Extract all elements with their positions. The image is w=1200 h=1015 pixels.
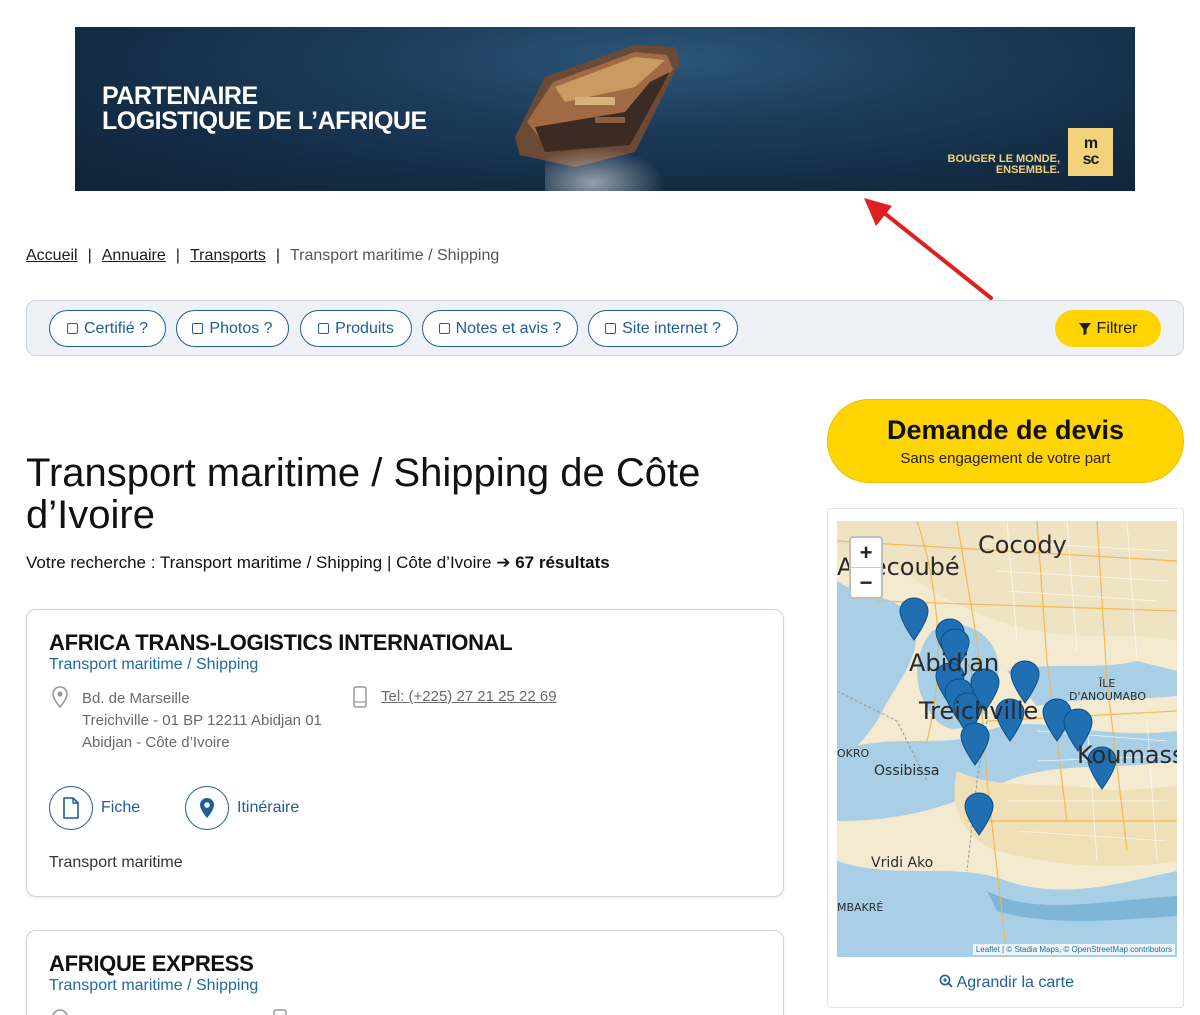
fiche-label[interactable]: Fiche (101, 799, 140, 817)
map-label-abidjan: Abidjan (909, 649, 1000, 677)
mobile-phone-icon (273, 1009, 287, 1015)
company-name[interactable]: AFRIQUE EXPRESS (49, 951, 254, 977)
msc-logo: m sc (1068, 128, 1113, 176)
company-category[interactable]: Transport maritime / Shipping (49, 977, 258, 995)
itinerary-label[interactable]: Itinéraire (237, 799, 299, 817)
company-name[interactable]: AFRICA TRANS-LOGISTICS INTERNATIONAL (49, 630, 513, 656)
search-summary-text: Votre recherche : Transport maritime / S… (26, 553, 516, 572)
map-label-ile: ÎLE (1099, 677, 1116, 690)
map-label-anoumabo: D'ANOUMABO (1069, 690, 1146, 703)
quote-subtitle: Sans engagement de votre part (900, 450, 1111, 467)
company-category[interactable]: Transport maritime / Shipping (49, 656, 258, 674)
checkbox-icon (438, 323, 450, 334)
map-label-vridi: Vridi Ako (871, 855, 934, 871)
breadcrumb: Accueil | Annuaire | Transports | Transp… (26, 247, 499, 265)
page-title: Transport maritime / Shipping de Côte d’… (26, 451, 701, 537)
filter-products-label: Produits (335, 319, 394, 337)
map-label-okro: OKRO (837, 747, 870, 760)
map-attribution: Leaflet | © Stadia Maps, © OpenStreetMap… (972, 944, 1175, 955)
fiche-button[interactable] (49, 786, 93, 830)
breadcrumb-transports[interactable]: Transports (190, 247, 266, 265)
map-panel: Cocody Attécoubé Abidjan Treichville ÎLE… (827, 508, 1184, 1008)
filter-website-label: Site internet ? (622, 319, 721, 337)
filter-certified-label: Certifié ? (83, 319, 149, 337)
itinerary-button[interactable] (185, 786, 229, 830)
map-label-cocody: Cocody (978, 531, 1067, 559)
address-line-1: Bd. de Marseille (82, 690, 190, 707)
document-icon (63, 797, 79, 819)
enlarge-map-label: Agrandir la carte (956, 974, 1074, 991)
filter-button-label: Filtrer (1096, 319, 1138, 337)
company-phone[interactable]: Tel: (+225) 27 21 25 22 69 (381, 688, 557, 705)
banner-headline-2: LOGISTIQUE DE L’AFRIQUE (102, 107, 427, 135)
map[interactable]: Cocody Attécoubé Abidjan Treichville ÎLE… (837, 521, 1177, 957)
checkbox-icon (318, 323, 330, 334)
map-label-koumassi: Koumassi (1077, 741, 1177, 769)
mobile-phone-icon (353, 686, 367, 708)
location-pin-icon (200, 798, 214, 818)
result-count: 67 résultats (515, 553, 610, 572)
ad-banner[interactable]: PARTENAIRE LOGISTIQUE DE L’AFRIQUE BOUGE… (75, 27, 1135, 191)
company-address: Bd. de Marseille Treichville - 01 BP 122… (82, 688, 322, 754)
funnel-icon (1078, 322, 1091, 335)
filter-photos-label: Photos ? (209, 319, 273, 337)
filter-website[interactable]: Site internet ? (588, 310, 738, 347)
zoom-in-button[interactable]: + (851, 538, 881, 567)
breadcrumb-separator: | (275, 247, 280, 264)
banner-slogan-2: ENSEMBLE. (995, 164, 1060, 176)
result-card: AFRICA TRANS-LOGISTICS INTERNATIONAL Tra… (26, 609, 784, 897)
breadcrumb-separator: | (175, 247, 180, 264)
map-attribution-text[interactable]: Leaflet | © Stadia Maps, © OpenStreetMap… (976, 945, 1172, 954)
red-arrow-annotation (864, 198, 993, 300)
breadcrumb-current: Transport maritime / Shipping (289, 247, 500, 264)
checkbox-icon (192, 323, 204, 334)
breadcrumb-directory[interactable]: Annuaire (102, 247, 166, 265)
breadcrumb-home[interactable]: Accueil (26, 247, 78, 265)
zoom-control: + − (849, 536, 883, 599)
filter-photos[interactable]: Photos ? (176, 310, 289, 347)
zoom-plus-icon (939, 974, 953, 988)
quote-request-button[interactable]: Demande de devis Sans engagement de votr… (827, 399, 1184, 483)
search-summary: Votre recherche : Transport maritime / S… (26, 553, 610, 573)
filter-products[interactable]: Produits (300, 310, 412, 347)
filter-reviews-label: Notes et avis ? (455, 319, 562, 337)
result-card: AFRIQUE EXPRESS Transport maritime / Shi… (26, 930, 784, 1015)
quote-title: Demande de devis (886, 415, 1125, 445)
checkbox-icon (66, 323, 78, 334)
filter-certified[interactable]: Certifié ? (49, 310, 166, 347)
zoom-out-button[interactable]: − (851, 567, 881, 596)
location-pin-icon (52, 686, 68, 708)
location-pin-icon (52, 1009, 68, 1015)
map-tiles (837, 521, 1177, 957)
address-line-2: Treichville - 01 BP 12211 Abidjan 01 (82, 712, 322, 729)
address-line-3: Abidjan - Côte d’Ivoire (82, 734, 230, 751)
map-label-treichville: Treichville (919, 697, 1039, 725)
breadcrumb-separator: | (87, 247, 92, 264)
filter-bar: Certifié ? Photos ? Produits Notes et av… (26, 300, 1184, 356)
checkbox-icon (605, 323, 617, 334)
enlarge-map-link[interactable]: Agrandir la carte (828, 974, 1185, 992)
filter-reviews[interactable]: Notes et avis ? (422, 310, 578, 347)
company-tag: Transport maritime (49, 854, 183, 871)
map-label-mbakre: MBAKRÉ (837, 901, 884, 914)
map-label-ossibissa: Ossibissa (874, 763, 940, 779)
filter-button[interactable]: Filtrer (1055, 310, 1161, 347)
